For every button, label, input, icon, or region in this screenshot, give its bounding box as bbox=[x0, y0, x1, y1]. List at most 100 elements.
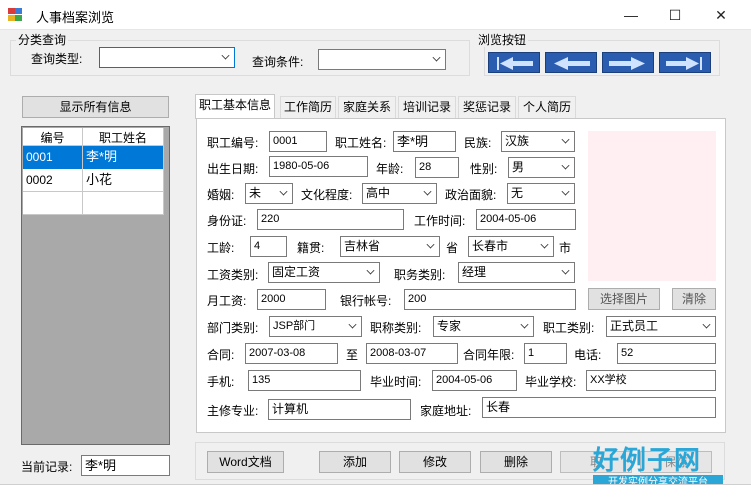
ethnic-label: 民族: bbox=[464, 136, 492, 150]
query-condition-label: 查询条件: bbox=[252, 55, 304, 69]
minimize-button[interactable]: — bbox=[608, 0, 654, 30]
tab-basic-info[interactable]: 职工基本信息 bbox=[195, 94, 275, 119]
chevron-down-icon bbox=[423, 187, 432, 196]
contract-to-label: 至 bbox=[346, 348, 359, 362]
previous-record-button[interactable] bbox=[545, 52, 597, 73]
table-row[interactable]: 0001 李*明 bbox=[23, 146, 164, 169]
dept-label: 部门类别: bbox=[207, 321, 259, 335]
bank-label: 银行帐号: bbox=[340, 294, 392, 308]
emp-type-select[interactable]: 正式员工 bbox=[606, 316, 716, 337]
education-select[interactable]: 高中 bbox=[362, 183, 437, 204]
clear-photo-button[interactable]: 清除 bbox=[672, 288, 716, 310]
grad-time-field[interactable]: 2004-05-06 bbox=[432, 370, 517, 391]
chevron-down-icon bbox=[348, 320, 357, 329]
wage-type-select[interactable]: 固定工资 bbox=[268, 262, 380, 283]
gender-select[interactable]: 男 bbox=[508, 157, 575, 178]
address-field[interactable]: 长春 bbox=[482, 397, 716, 418]
seniority-label: 工龄: bbox=[207, 241, 235, 255]
ethnic-select[interactable]: 汉族 bbox=[501, 131, 575, 152]
add-button[interactable]: 添加 bbox=[319, 451, 391, 473]
chevron-down-icon bbox=[520, 320, 529, 329]
major-label: 主修专业: bbox=[207, 404, 259, 418]
education-label: 文化程度: bbox=[301, 188, 353, 202]
next-icon bbox=[609, 57, 645, 70]
province-suffix: 省 bbox=[446, 241, 459, 255]
current-record-label: 当前记录: bbox=[21, 460, 73, 474]
tab-family[interactable]: 家庭关系 bbox=[338, 96, 396, 118]
grid-header: 编号 职工姓名 bbox=[23, 128, 164, 146]
last-icon bbox=[666, 57, 702, 70]
select-photo-button[interactable]: 选择图片 bbox=[588, 288, 660, 310]
close-button[interactable]: ✕ bbox=[698, 0, 744, 30]
app-icon bbox=[8, 8, 22, 21]
next-record-button[interactable] bbox=[602, 52, 654, 73]
phone-field[interactable]: 52 bbox=[617, 343, 716, 364]
edit-button[interactable]: 修改 bbox=[399, 451, 471, 473]
seniority-field[interactable]: 4 bbox=[250, 236, 287, 257]
column-header-name[interactable]: 职工姓名 bbox=[83, 128, 164, 146]
dept-select[interactable]: JSP部门 bbox=[269, 316, 362, 337]
table-row[interactable]: 0002 小花 bbox=[23, 169, 164, 192]
school-field[interactable]: XX学校 bbox=[586, 370, 716, 391]
photo-area[interactable] bbox=[588, 131, 716, 281]
province-select[interactable]: 吉林省 bbox=[340, 236, 440, 257]
salary-label: 月工资: bbox=[207, 294, 247, 308]
worktime-field[interactable]: 2004-05-06 bbox=[476, 209, 576, 230]
emp-type-label: 职工类别: bbox=[543, 321, 595, 335]
query-type-select[interactable] bbox=[99, 47, 235, 68]
wage-type-label: 工资类别: bbox=[207, 268, 259, 282]
chevron-down-icon bbox=[432, 53, 441, 62]
emp-name-field[interactable]: 李*明 bbox=[393, 131, 456, 152]
city-select[interactable]: 长春市 bbox=[468, 236, 554, 257]
first-record-button[interactable] bbox=[488, 52, 540, 73]
politics-label: 政治面貌: bbox=[445, 188, 497, 202]
bank-field[interactable]: 200 bbox=[404, 289, 576, 310]
query-type-label: 查询类型: bbox=[31, 52, 83, 66]
idcard-label: 身份证: bbox=[207, 214, 247, 228]
chevron-down-icon bbox=[279, 187, 288, 196]
tab-training[interactable]: 培训记录 bbox=[398, 96, 456, 118]
delete-button[interactable]: 删除 bbox=[480, 451, 552, 473]
contract-end-field[interactable]: 2008-03-07 bbox=[366, 343, 458, 364]
contract-years-field[interactable]: 1 bbox=[524, 343, 567, 364]
politics-select[interactable]: 无 bbox=[507, 183, 575, 204]
column-header-id[interactable]: 编号 bbox=[23, 128, 83, 146]
first-icon bbox=[497, 57, 533, 70]
window-title: 人事档案浏览 bbox=[36, 10, 115, 25]
maximize-button[interactable]: ☐ bbox=[652, 0, 698, 30]
contract-start-field[interactable]: 2007-03-08 bbox=[245, 343, 338, 364]
browse-group-title: 浏览按钮 bbox=[476, 33, 529, 47]
emp-name-label: 职工姓名: bbox=[335, 136, 387, 150]
filter-group-title: 分类查询 bbox=[16, 33, 69, 47]
mobile-field[interactable]: 135 bbox=[248, 370, 361, 391]
watermark-brand: 好例子网 bbox=[593, 445, 702, 475]
age-field[interactable]: 28 bbox=[415, 157, 459, 178]
last-record-button[interactable] bbox=[659, 52, 711, 73]
chevron-down-icon bbox=[561, 266, 570, 275]
record-grid: 编号 职工姓名 0001 李*明 0002 小花 bbox=[23, 128, 164, 215]
duty-type-label: 职务类别: bbox=[394, 268, 446, 282]
tab-work-resume[interactable]: 工作简历 bbox=[280, 96, 336, 118]
tab-personal-resume[interactable]: 个人简历 bbox=[518, 96, 576, 118]
marriage-select[interactable]: 未 bbox=[245, 183, 293, 204]
tab-rewards[interactable]: 奖惩记录 bbox=[458, 96, 516, 118]
query-condition-select[interactable] bbox=[318, 49, 446, 70]
emp-id-field[interactable]: 0001 bbox=[269, 131, 327, 152]
age-label: 年龄: bbox=[376, 162, 404, 176]
address-label: 家庭地址: bbox=[420, 404, 472, 418]
gender-label: 性别: bbox=[470, 162, 498, 176]
table-row-empty[interactable] bbox=[23, 192, 164, 215]
idcard-field[interactable]: 220 bbox=[257, 209, 404, 230]
chevron-down-icon bbox=[221, 51, 230, 60]
chevron-down-icon bbox=[561, 161, 570, 170]
major-field[interactable]: 计算机 bbox=[268, 399, 411, 420]
title-type-select[interactable]: 专家 bbox=[433, 316, 534, 337]
chevron-down-icon bbox=[540, 240, 549, 249]
word-document-button[interactable]: Word文档 bbox=[207, 451, 284, 473]
duty-type-select[interactable]: 经理 bbox=[458, 262, 575, 283]
native-place-label: 籍贯: bbox=[297, 241, 325, 255]
show-all-button[interactable]: 显示所有信息 bbox=[22, 96, 169, 118]
birth-field[interactable]: 1980-05-06 bbox=[269, 156, 368, 177]
current-record-field[interactable]: 李*明 bbox=[81, 455, 170, 476]
salary-field[interactable]: 2000 bbox=[257, 289, 326, 310]
